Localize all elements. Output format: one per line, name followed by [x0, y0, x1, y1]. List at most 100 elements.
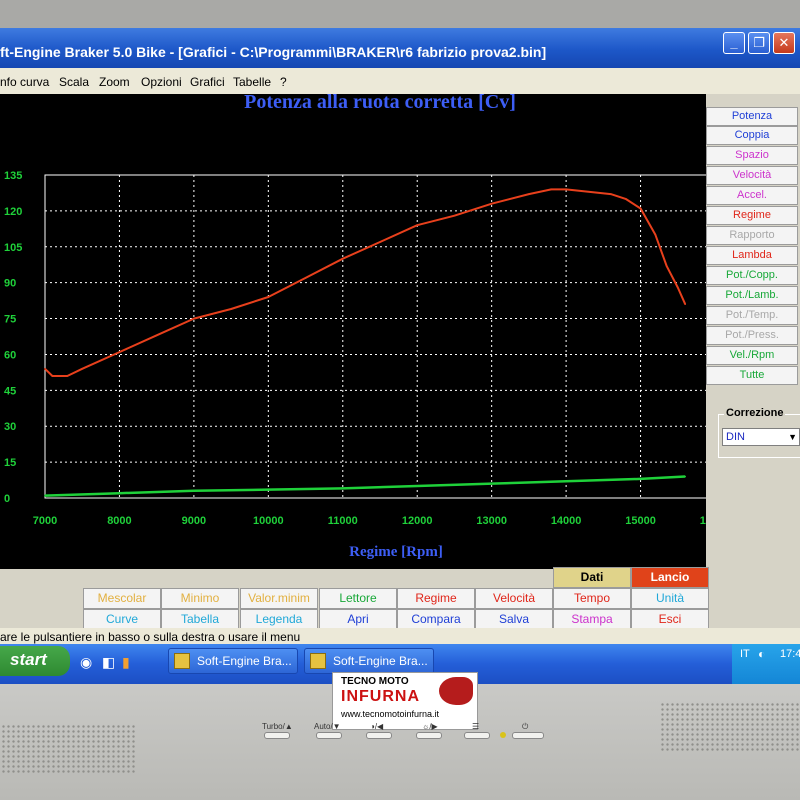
- bottom-button-valor-minim[interactable]: Valor.minim: [240, 588, 318, 609]
- bottom-button-minimo[interactable]: Minimo: [161, 588, 239, 609]
- menu-scala[interactable]: Scala: [59, 75, 89, 89]
- baseline-point: [118, 492, 121, 495]
- menu-tabelle[interactable]: Tabelle: [233, 75, 271, 89]
- bottom-button-curve[interactable]: Curve: [83, 609, 161, 630]
- plot-frame: [44, 174, 716, 499]
- side-button-lambda[interactable]: Lambda: [706, 246, 798, 265]
- start-label: start: [10, 650, 47, 669]
- menu-bar: nfo curva Scala Zoom Opzioni Grafici Tab…: [0, 68, 800, 94]
- power-point: [684, 303, 686, 305]
- dropdown-arrow-icon[interactable]: ▼: [788, 429, 797, 445]
- bottom-button-regime[interactable]: Regime: [397, 588, 475, 609]
- side-button-pot-press[interactable]: Pot./Press.: [706, 326, 798, 345]
- bottom-button-legenda[interactable]: Legenda: [240, 609, 318, 630]
- power-point: [230, 308, 232, 310]
- bottom-button-tempo[interactable]: Tempo: [553, 588, 631, 609]
- power-point: [304, 277, 307, 279]
- side-button-regime[interactable]: Regime: [706, 206, 798, 225]
- logo-url: www.tecnomotoinfurna.it: [341, 709, 440, 719]
- osd-menu-button[interactable]: [464, 732, 490, 739]
- x-tick-label: 9000: [182, 515, 206, 527]
- y-tick-label: 60: [4, 349, 16, 361]
- bottom-button-dati[interactable]: Dati: [553, 567, 631, 588]
- contrast-button[interactable]: [366, 732, 392, 739]
- taskbar-item-label: Soft-Engine Bra...: [333, 654, 428, 668]
- menu-zoom[interactable]: Zoom: [99, 75, 130, 89]
- x-axis-label: Regime [Rpm]: [349, 544, 443, 560]
- baseline-point: [267, 488, 270, 491]
- window-titlebar[interactable]: ft-Engine Braker 5.0 Bike - [Grafici - C…: [0, 28, 800, 68]
- side-button-velocit[interactable]: Velocità: [706, 166, 798, 185]
- brand-logo: TECNO MOTO INFURNA www.tecnomotoinfurna.…: [332, 672, 478, 730]
- taskbar-item-label: Soft-Engine Bra...: [197, 654, 292, 668]
- maximize-button[interactable]: ❐: [748, 32, 770, 54]
- logo-main-text: INFURNA: [341, 688, 420, 705]
- left-speaker-grille: [0, 724, 136, 774]
- tray-icon[interactable]: ◐: [758, 647, 765, 661]
- correzione-value: DIN: [726, 431, 745, 443]
- side-button-vel-rpm[interactable]: Vel./Rpm: [706, 346, 798, 365]
- side-button-pot-lamb[interactable]: Pot./Lamb.: [706, 286, 798, 305]
- desktop-quicklaunch-icon[interactable]: ◧: [102, 654, 115, 671]
- bottom-button-lettore[interactable]: Lettore: [319, 588, 397, 609]
- bottom-button-unit-[interactable]: Unità: [631, 588, 709, 609]
- taskbar-item-2[interactable]: Soft-Engine Bra...: [304, 648, 434, 674]
- bottom-button-mescolar[interactable]: Mescolar: [83, 588, 161, 609]
- chart-panel: Potenza alla ruota corretta [Cv] 0 15 30 45…: [0, 91, 730, 569]
- side-button-coppia[interactable]: Coppia: [706, 126, 798, 145]
- status-text: are le pulsantiere in basso o sulla dest…: [0, 630, 301, 644]
- side-button-pot-copp[interactable]: Pot./Copp.: [706, 266, 798, 285]
- menu-grafici[interactable]: Grafici: [190, 75, 225, 89]
- bottom-button-salva[interactable]: Salva: [475, 609, 553, 630]
- power-point: [654, 234, 657, 236]
- y-tick-label: 75: [4, 314, 16, 326]
- bottom-button-tabella[interactable]: Tabella: [161, 609, 239, 630]
- power-point: [677, 286, 679, 289]
- y-tick-label: 0: [4, 493, 10, 505]
- auto-button[interactable]: [316, 732, 342, 739]
- bottom-button-compara[interactable]: Compara: [397, 609, 475, 630]
- bottom-button-esci[interactable]: Esci: [631, 609, 709, 630]
- language-indicator[interactable]: IT: [740, 648, 750, 660]
- correzione-select[interactable]: DIN ▼: [722, 428, 800, 446]
- close-button[interactable]: ✕: [773, 32, 795, 54]
- bottom-button-apri[interactable]: Apri: [319, 609, 397, 630]
- baseline-curve-line: [44, 475, 686, 497]
- menu-help[interactable]: ?: [280, 75, 287, 89]
- ie-quicklaunch-icon[interactable]: ◉: [80, 654, 92, 671]
- minimize-button[interactable]: _: [723, 32, 745, 54]
- chart-series: [44, 188, 687, 497]
- bottom-button-velocit-[interactable]: Velocità: [475, 588, 553, 609]
- side-button-potenza[interactable]: Potenza: [706, 107, 798, 126]
- menu-info-curva[interactable]: nfo curva: [0, 75, 49, 89]
- power-point: [639, 207, 642, 210]
- power-button[interactable]: [512, 732, 544, 739]
- menu-opzioni[interactable]: Opzioni: [141, 75, 182, 89]
- power-point: [155, 334, 158, 337]
- turbo-button[interactable]: [264, 732, 290, 739]
- correzione-label: Correzione: [724, 407, 786, 419]
- baseline-point: [193, 490, 195, 492]
- side-button-accel[interactable]: Accel.: [706, 186, 798, 205]
- bottom-button-lancio[interactable]: Lancio: [631, 567, 709, 588]
- baseline-point: [342, 487, 344, 490]
- taskbar-item-1[interactable]: Soft-Engine Bra...: [168, 648, 298, 674]
- y-axis-ticks: 0 15 30 45 60 75 90 105 120 135: [4, 170, 22, 505]
- power-point: [610, 193, 612, 195]
- side-button-tutte[interactable]: Tutte: [706, 366, 798, 385]
- power-point: [267, 296, 270, 298]
- brightness-button[interactable]: [416, 732, 442, 739]
- side-button-pot-temp[interactable]: Pot./Temp.: [706, 306, 798, 325]
- side-button-rapporto[interactable]: Rapporto: [706, 226, 798, 245]
- app-quicklaunch-icon[interactable]: ▮: [122, 654, 130, 671]
- power-point: [528, 193, 530, 195]
- chart-grid: [44, 174, 716, 499]
- start-button[interactable]: start: [0, 646, 70, 676]
- power-point: [665, 265, 668, 267]
- power-point: [66, 375, 69, 377]
- bottom-button-stampa[interactable]: Stampa: [553, 609, 631, 630]
- power-led-icon: [500, 732, 506, 738]
- power-point: [342, 257, 344, 260]
- side-button-spazio[interactable]: Spazio: [706, 146, 798, 165]
- x-tick-label: 13000: [476, 515, 507, 527]
